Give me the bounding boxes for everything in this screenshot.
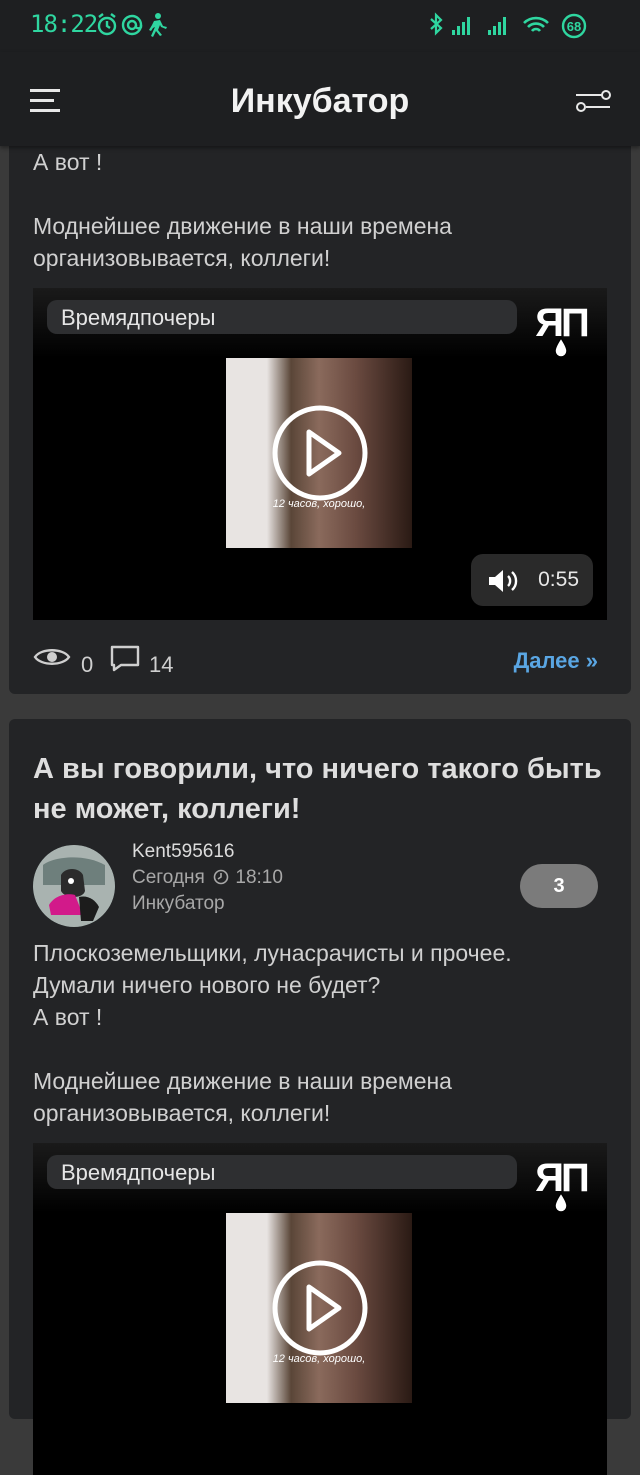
rating-badge[interactable]: 3 <box>520 864 598 908</box>
status-icons-left <box>96 12 176 43</box>
video-title: Времядпочеры <box>61 305 216 330</box>
signal-icon-2 <box>488 17 506 35</box>
post-card-2: А вы говорили, что ничего такого быть не… <box>9 719 631 1475</box>
play-icon[interactable] <box>271 1259 369 1357</box>
views-count: 0 <box>81 652 94 677</box>
comment-icon <box>110 645 140 672</box>
eye-icon <box>33 649 71 665</box>
comments-stat[interactable]: 14 <box>109 644 173 677</box>
views-stat: 0 <box>33 644 93 677</box>
author-name[interactable]: Kent595616 <box>132 841 235 863</box>
video-duration: 0:55 <box>538 568 579 591</box>
channel-logo: ЯП <box>529 298 593 365</box>
date-prefix: Сегодня <box>132 867 205 888</box>
app-bar: Инкубатор <box>0 52 640 146</box>
post-time: 18:10 <box>235 867 283 888</box>
body-line: Думали ничего нового не будет? <box>33 972 381 998</box>
sound-duration-pill[interactable]: 0:55 <box>471 554 593 606</box>
status-bar: 18:22 68 <box>0 0 640 52</box>
filter-sliders-icon[interactable] <box>574 88 612 114</box>
clock-icon <box>213 869 229 885</box>
battery-icon: 68 <box>561 13 587 39</box>
body-line: организовывается, коллеги! <box>33 245 331 271</box>
avatar[interactable] <box>33 845 115 927</box>
comments-count: 14 <box>149 652 174 677</box>
video-player[interactable]: Времядпочеры ЯП 12 часов, хорошо, <box>33 1143 607 1475</box>
at-icon <box>121 14 143 36</box>
wifi-icon <box>523 16 549 32</box>
status-icons-right: 68 <box>426 12 606 45</box>
post-date: Сегодня 18:10 <box>132 867 283 889</box>
video-title-bar: Времядпочеры <box>47 1155 517 1189</box>
play-icon[interactable] <box>271 404 369 502</box>
status-time: 18:22 <box>30 10 98 38</box>
body-line: А вот ! <box>33 1004 103 1030</box>
post-stats: 0 14 Далее » <box>9 620 631 706</box>
body-line: Плоскоземельщики, лунасрачисты и прочее. <box>33 940 512 966</box>
post-body: Плоскоземельщики, лунасрачисты и прочее.… <box>9 937 631 1129</box>
body-line-empty <box>33 178 607 210</box>
body-line: организовывается, коллеги! <box>33 1100 331 1126</box>
alarm-icon <box>97 13 117 36</box>
video-title-bar: Времядпочеры <box>47 300 517 334</box>
walk-icon <box>149 13 167 37</box>
page-title: Инкубатор <box>230 82 410 120</box>
author-row: Kent595616 Сегодня 18:10 Инкубатор 3 <box>9 837 631 937</box>
speaker-icon <box>489 570 518 592</box>
post-body: А вот ! Моднейшее движение в наши времен… <box>9 146 631 274</box>
read-more-link[interactable]: Далее » <box>514 648 598 674</box>
signal-icon <box>452 17 470 35</box>
body-line: Моднейшее движение в наши времена <box>33 213 452 239</box>
post-card-1: А вот ! Моднейшее движение в наши времен… <box>9 96 631 694</box>
channel-logo: ЯП <box>529 1153 593 1220</box>
body-line: Моднейшее движение в наши времена <box>33 1068 452 1094</box>
post-category[interactable]: Инкубатор <box>132 893 225 915</box>
body-line-empty <box>33 1033 607 1065</box>
battery-level: 68 <box>567 19 581 34</box>
body-line: А вот ! <box>33 149 103 175</box>
post-title[interactable]: А вы говорили, что ничего такого быть не… <box>9 719 631 829</box>
video-title: Времядпочеры <box>61 1160 216 1185</box>
bluetooth-icon <box>430 12 443 36</box>
video-player[interactable]: Времядпочеры ЯП 12 часов, хорошо, 0:55 <box>33 288 607 620</box>
